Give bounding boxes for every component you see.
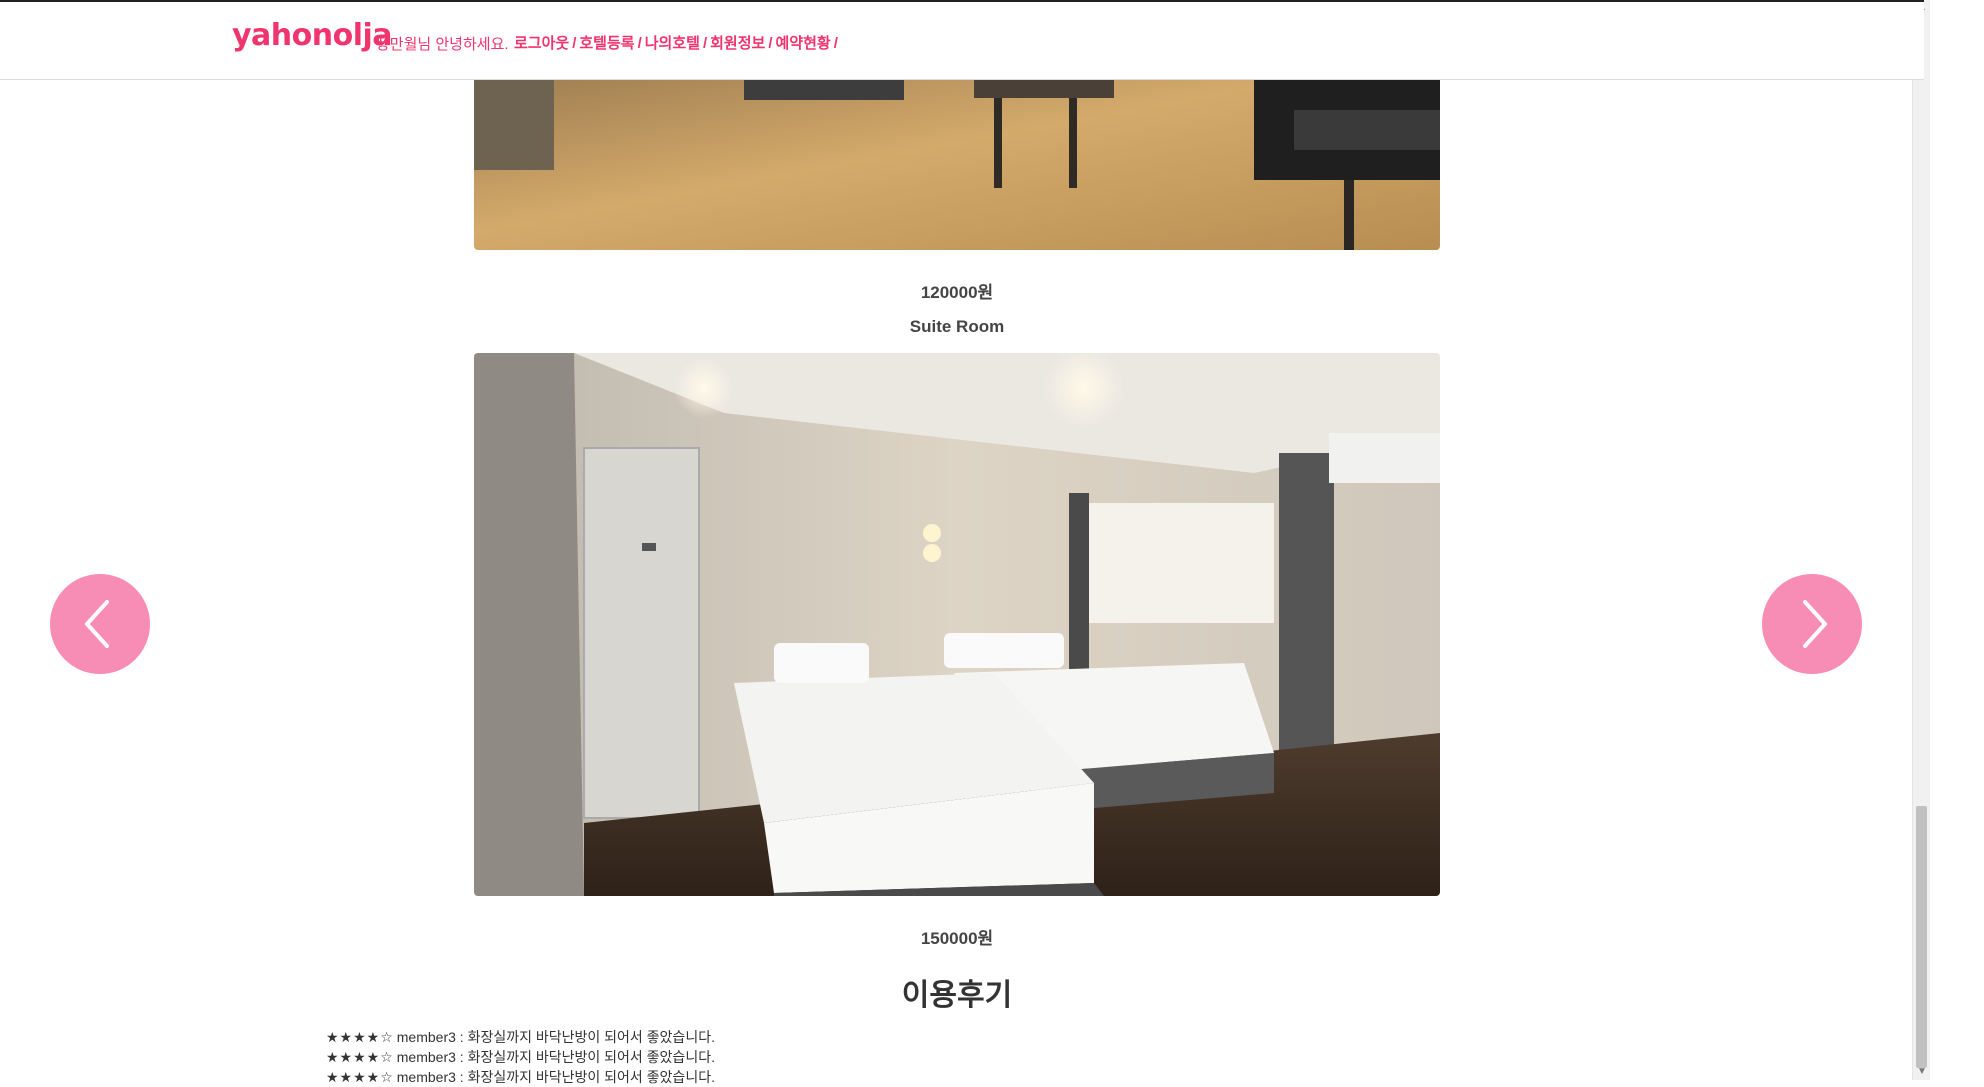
review-item: ★★★★☆ member3 : 화장실까지 바닥난방이 되어서 좋았습니다. (326, 1047, 715, 1067)
top-nav: 로그아웃 / 호텔등록 / 나의호텔 / 회원정보 / 예약현황 / (514, 35, 838, 52)
carousel-next-button[interactable] (1762, 574, 1862, 674)
chevron-right-icon (1803, 600, 1827, 648)
member-info-link[interactable]: 회원정보 (710, 35, 765, 52)
logout-link[interactable]: 로그아웃 (514, 35, 569, 52)
room-price-1: 120000원 (920, 283, 994, 302)
scrollbar-thumb[interactable] (1916, 806, 1927, 1068)
hotel-register-link[interactable]: 호텔등록 (579, 35, 634, 52)
review-item: ★★★★☆ member3 : 화장실까지 바닥난방이 되어서 좋았습니다. (326, 1027, 715, 1047)
my-hotel-link[interactable]: 나의호텔 (645, 35, 700, 52)
room-photo-1 (474, 70, 1440, 250)
user-greeting: 장만월님 안녕하세요. (376, 36, 509, 53)
reviews-title: 이용후기 (901, 978, 1013, 1013)
review-text: member3 : 화장실까지 바닥난방이 되어서 좋았습니다. (396, 1049, 715, 1065)
main-content: 120000원 Suite Room 150000원 이용후기 ★★★★☆ me… (0, 0, 1924, 1085)
carousel-prev-button[interactable] (50, 574, 150, 674)
review-text: member3 : 화장실까지 바닥난방이 되어서 좋았습니다. (396, 1069, 715, 1085)
review-text: member3 : 화장실까지 바닥난방이 되어서 좋았습니다. (396, 1029, 715, 1045)
room-photo-2 (474, 353, 1440, 896)
room-photo-1-image (474, 70, 1440, 250)
page-scrollbar[interactable]: ▲ ▼ (1912, 0, 1930, 1080)
room-photo-2-image (474, 353, 1440, 896)
review-rating: ★★★★☆ (326, 1049, 394, 1065)
review-rating: ★★★★☆ (326, 1069, 394, 1085)
site-logo[interactable]: yahonolja (232, 18, 393, 53)
chevron-left-icon (85, 600, 109, 648)
room-price-2: 150000원 (920, 929, 994, 948)
reservation-status-link[interactable]: 예약현황 (776, 35, 831, 52)
room-name-2: Suite Room (909, 317, 1005, 336)
top-header: yahonolja 장만월님 안녕하세요. 로그아웃 / 호텔등록 / 나의호텔 / 회원정… (0, 0, 1924, 80)
review-list: ★★★★☆ member3 : 화장실까지 바닥난방이 되어서 좋았습니다. ★★… (326, 1027, 715, 1087)
scroll-down-arrow-icon[interactable]: ▼ (1913, 1064, 1931, 1080)
review-item: ★★★★☆ member3 : 화장실까지 바닥난방이 되어서 좋았습니다. (326, 1067, 715, 1087)
review-rating: ★★★★☆ (326, 1029, 394, 1045)
